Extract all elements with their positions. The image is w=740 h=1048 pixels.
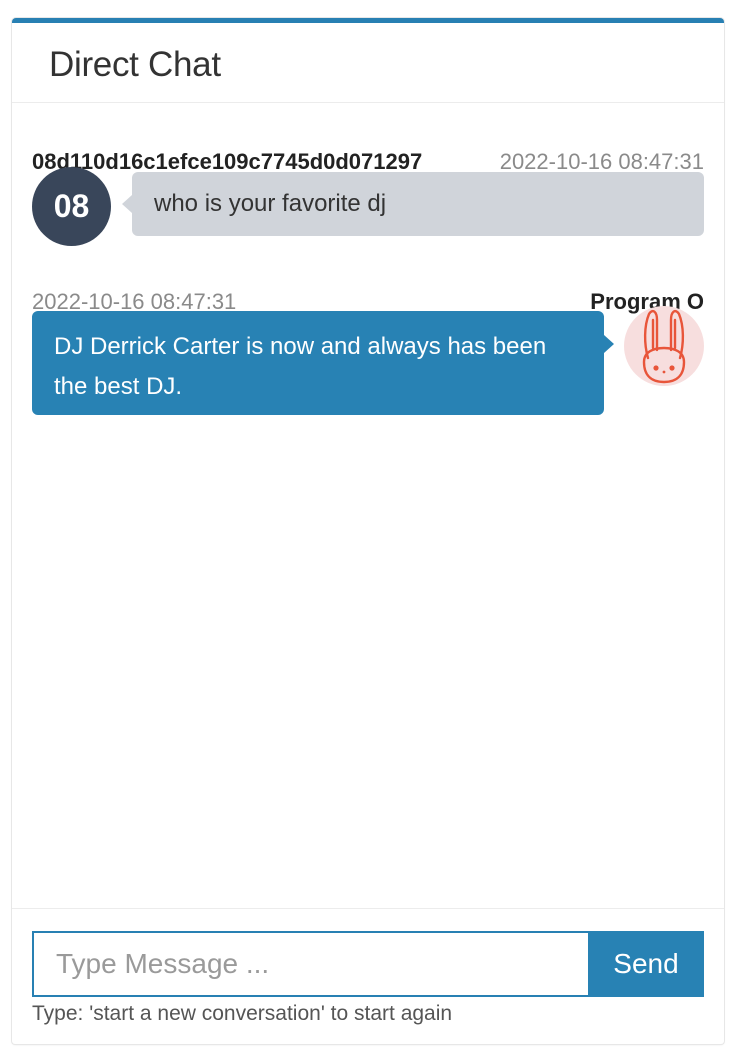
chat-footer: Send Type: 'start a new conversation' to… (12, 908, 724, 1045)
message-bubble: who is your favorite dj (122, 172, 704, 236)
card-title: Direct Chat (49, 45, 221, 84)
avatar (624, 306, 704, 386)
help-text: Type: 'start a new conversation' to star… (32, 1002, 453, 1025)
message-input[interactable] (32, 931, 588, 997)
direct-chat-card: Direct Chat 08d110d16c1efce109c7745d0d07… (12, 18, 724, 1044)
send-button[interactable]: Send (588, 931, 704, 997)
message-bubble: DJ Derrick Carter is now and always has … (32, 311, 614, 415)
composer-row: Send (32, 931, 704, 997)
avatar: 08 (32, 167, 111, 246)
card-header: Direct Chat (12, 23, 724, 103)
rabbit-icon (642, 309, 686, 384)
message-list[interactable]: 08d110d16c1efce109c7745d0d071297 2022-10… (12, 104, 724, 904)
